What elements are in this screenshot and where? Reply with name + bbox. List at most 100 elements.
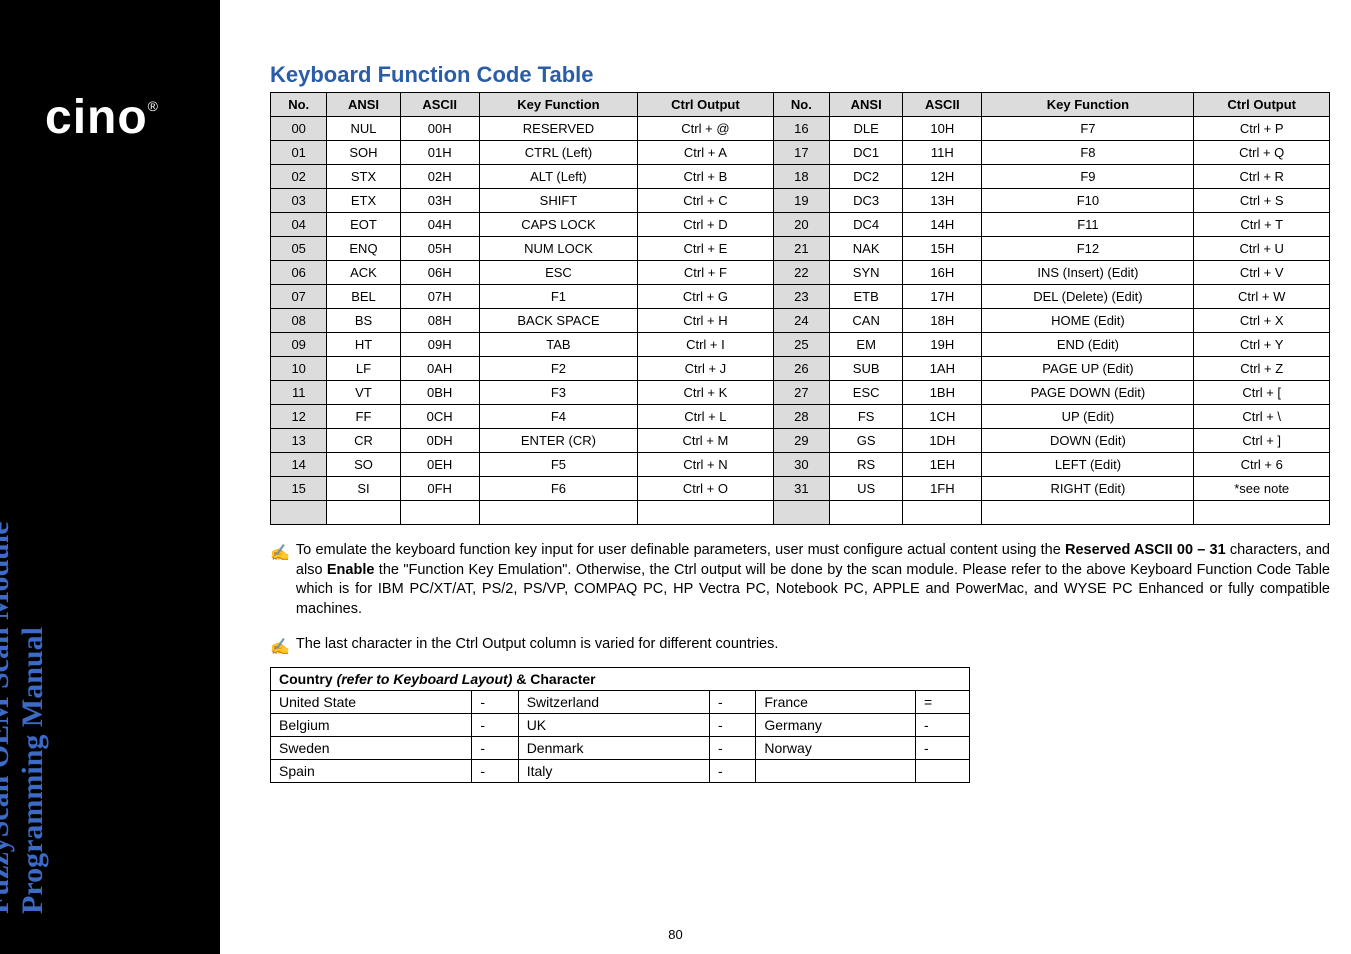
note-2-text: The last character in the Ctrl Output co… xyxy=(296,635,778,655)
cell-keyfn: PAGE UP (Edit) xyxy=(982,357,1194,381)
cell-no: 26 xyxy=(773,357,829,381)
cell-ctrl: Ctrl + H xyxy=(638,309,774,333)
cell-ascii: 13H xyxy=(903,189,982,213)
cell-ansi: LF xyxy=(327,357,400,381)
cell-keyfn: RESERVED xyxy=(479,117,637,141)
cell-ansi: SYN xyxy=(830,261,903,285)
country-row: Sweden-Denmark-Norway- xyxy=(271,736,970,759)
cell-keyfn: F8 xyxy=(982,141,1194,165)
cell-ctrl: Ctrl + Q xyxy=(1194,141,1330,165)
cell-no: 24 xyxy=(773,309,829,333)
country-cell: UK xyxy=(518,713,709,736)
cell-ctrl: Ctrl + A xyxy=(638,141,774,165)
note1-b1: Reserved ASCII 00 – 31 xyxy=(1065,542,1226,558)
country-row: United State-Switzerland-France= xyxy=(271,690,970,713)
ct-hdr-b2: & Character xyxy=(512,671,595,687)
cell-ctrl: Ctrl + S xyxy=(1194,189,1330,213)
cell-ascii: 1BH xyxy=(903,381,982,405)
cell-ctrl: Ctrl + ] xyxy=(1194,429,1330,453)
cell-ctrl: Ctrl + W xyxy=(1194,285,1330,309)
cell-ctrl: Ctrl + Y xyxy=(1194,333,1330,357)
cell-ansi: FF xyxy=(327,405,400,429)
cell-no: 30 xyxy=(773,453,829,477)
table-row-empty xyxy=(271,501,1330,525)
cell-ansi: VT xyxy=(327,381,400,405)
cell-ascii: 02H xyxy=(400,165,479,189)
cell-no: 29 xyxy=(773,429,829,453)
cell-no: 11 xyxy=(271,381,327,405)
cell-ctrl: Ctrl + @ xyxy=(638,117,774,141)
cell-ansi: DC2 xyxy=(830,165,903,189)
th-ctrl-r: Ctrl Output xyxy=(1194,93,1330,117)
th-ansi-r: ANSI xyxy=(830,93,903,117)
cell-keyfn: TAB xyxy=(479,333,637,357)
cell-ansi: DC4 xyxy=(830,213,903,237)
cell-ansi: US xyxy=(830,477,903,501)
country-cell: Sweden xyxy=(271,736,472,759)
cell-ctrl: Ctrl + L xyxy=(638,405,774,429)
cell-keyfn: F3 xyxy=(479,381,637,405)
country-cell: United State xyxy=(271,690,472,713)
cell-ascii: 03H xyxy=(400,189,479,213)
cell-ansi: EM xyxy=(830,333,903,357)
page-title: Keyboard Function Code Table xyxy=(270,62,1330,88)
cell-ascii: 0BH xyxy=(400,381,479,405)
cell-no: 03 xyxy=(271,189,327,213)
table-row: 00NUL00HRESERVEDCtrl + @16DLE10HF7Ctrl +… xyxy=(271,117,1330,141)
cell-keyfn: ALT (Left) xyxy=(479,165,637,189)
cell-ascii: 0AH xyxy=(400,357,479,381)
cell-no: 23 xyxy=(773,285,829,309)
content-area: Keyboard Function Code Table No. ANSI AS… xyxy=(270,62,1330,783)
cell-ctrl: Ctrl + M xyxy=(638,429,774,453)
cell-no: 20 xyxy=(773,213,829,237)
cell-no: 02 xyxy=(271,165,327,189)
cell-ctrl: Ctrl + T xyxy=(1194,213,1330,237)
cell-keyfn: F10 xyxy=(982,189,1194,213)
cell-ansi: NAK xyxy=(830,237,903,261)
cell-keyfn: PAGE DOWN (Edit) xyxy=(982,381,1194,405)
cell-no: 14 xyxy=(271,453,327,477)
country-cell: - xyxy=(709,736,755,759)
cell-ctrl: Ctrl + K xyxy=(638,381,774,405)
note-1-text: To emulate the keyboard function key inp… xyxy=(296,541,1330,619)
sidebar: cino® FuzzyScan OEM Scan Module Programm… xyxy=(0,0,220,954)
cell-no: 13 xyxy=(271,429,327,453)
vertical-title-line2: Programming Manual xyxy=(16,521,50,914)
country-cell: Italy xyxy=(518,759,709,782)
cell-keyfn: ENTER (CR) xyxy=(479,429,637,453)
cell-ansi: DC3 xyxy=(830,189,903,213)
cell-no: 22 xyxy=(773,261,829,285)
cell-ctrl: Ctrl + C xyxy=(638,189,774,213)
cell-keyfn: F4 xyxy=(479,405,637,429)
country-cell: - xyxy=(472,759,518,782)
table-row: 05ENQ05HNUM LOCKCtrl + E21NAK15HF12Ctrl … xyxy=(271,237,1330,261)
th-no: No. xyxy=(271,93,327,117)
table-row: 06ACK06HESCCtrl + F22SYN16HINS (Insert) … xyxy=(271,261,1330,285)
cell-keyfn: BACK SPACE xyxy=(479,309,637,333)
cell-keyfn: F1 xyxy=(479,285,637,309)
cell-ansi: FS xyxy=(830,405,903,429)
cell-no: 06 xyxy=(271,261,327,285)
cell-ctrl: Ctrl + R xyxy=(1194,165,1330,189)
table-row: 02STX02HALT (Left)Ctrl + B18DC212HF9Ctrl… xyxy=(271,165,1330,189)
cell-ascii: 1DH xyxy=(903,429,982,453)
cell-keyfn: F7 xyxy=(982,117,1194,141)
cell-ansi: BEL xyxy=(327,285,400,309)
cell-ascii: 08H xyxy=(400,309,479,333)
cell-no: 21 xyxy=(773,237,829,261)
cell-ascii: 11H xyxy=(903,141,982,165)
cell-ctrl: Ctrl + N xyxy=(638,453,774,477)
cell-no: 00 xyxy=(271,117,327,141)
note-2: ✍ The last character in the Ctrl Output … xyxy=(270,635,1330,659)
cell-ansi: BS xyxy=(327,309,400,333)
cell-ctrl: Ctrl + F xyxy=(638,261,774,285)
country-cell: - xyxy=(472,736,518,759)
cell-ascii: 1AH xyxy=(903,357,982,381)
cell-ctrl: Ctrl + B xyxy=(638,165,774,189)
cell-ansi: SI xyxy=(327,477,400,501)
cell-ascii: 14H xyxy=(903,213,982,237)
th-keyfn-r: Key Function xyxy=(982,93,1194,117)
cell-keyfn: ESC xyxy=(479,261,637,285)
cell-ansi: ACK xyxy=(327,261,400,285)
cell-ctrl: Ctrl + P xyxy=(1194,117,1330,141)
